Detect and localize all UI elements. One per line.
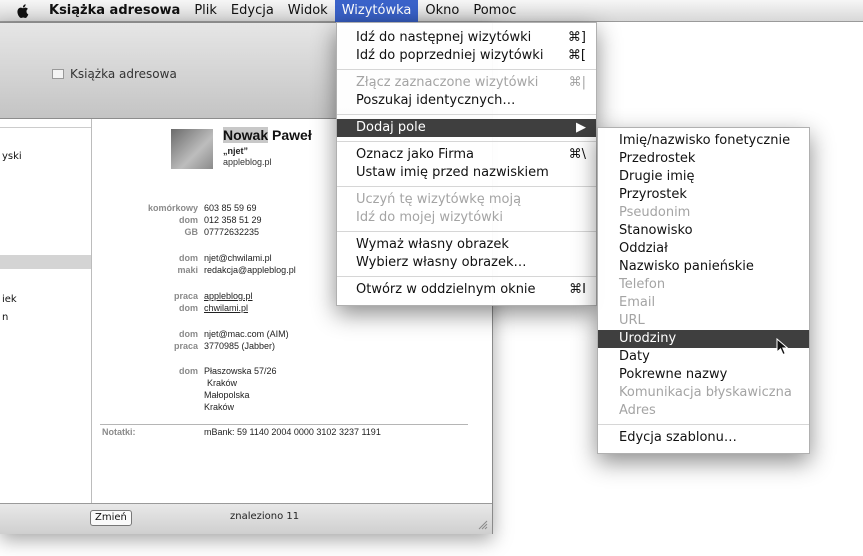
field-value: redakcja@appleblog.pl bbox=[204, 265, 296, 275]
menu-item-make-my-card: Uczyń tę wizytówkę moją bbox=[356, 192, 522, 207]
address-book-icon bbox=[52, 69, 64, 79]
submenu-item-address: Adres bbox=[619, 403, 656, 418]
notes-label: Notatki: bbox=[102, 427, 136, 437]
menu-view[interactable]: Widok bbox=[281, 0, 335, 22]
list-item[interactable]: iek bbox=[2, 294, 17, 305]
field-label[interactable]: praca bbox=[102, 291, 198, 301]
field-value: Płaszowska 57/26 bbox=[204, 366, 277, 376]
menu-separator bbox=[598, 424, 809, 425]
field-label[interactable]: maki bbox=[102, 265, 198, 275]
list-item-selected[interactable] bbox=[0, 255, 91, 269]
submenu-item-maiden-name[interactable]: Nazwisko panieńskie bbox=[598, 258, 809, 276]
address-country: Kraków bbox=[204, 402, 235, 412]
menu-item-open-separate-window[interactable]: Otwórz w oddzielnym oknie ⌘I bbox=[337, 281, 596, 299]
nickname: „njet” bbox=[223, 146, 249, 156]
menu-help[interactable]: Pomoc bbox=[466, 0, 523, 22]
address-region: Małopolska bbox=[204, 390, 250, 400]
list-item[interactable]: yski bbox=[2, 151, 22, 162]
window-title: Książka adresowa bbox=[52, 67, 177, 81]
card-menu: Idź do następnej wizytówki ⌘] Idź do popr… bbox=[336, 22, 597, 306]
field-link[interactable]: appleblog.pl bbox=[204, 291, 253, 301]
submenu-item-suffix[interactable]: Przyrostek bbox=[598, 186, 809, 204]
window-bottom-bar: Zmień znaleziono 11 bbox=[0, 503, 492, 534]
submenu-arrow-icon: ▶ bbox=[576, 120, 586, 135]
menu-bar: Książka adresowa Plik Edycja Widok Wizyt… bbox=[0, 0, 863, 22]
found-count: znaleziono 11 bbox=[230, 511, 300, 522]
add-field-submenu: Imię/nazwisko fonetycznie Przedrostek Dr… bbox=[597, 127, 810, 454]
menu-window[interactable]: Okno bbox=[418, 0, 466, 22]
field-value: 07772632235 bbox=[204, 227, 260, 237]
field-value: njet@mac.com (AIM) bbox=[204, 329, 289, 339]
menu-separator bbox=[337, 231, 596, 232]
menu-item-merge-cards: Złącz zaznaczone wizytówki ⌘| bbox=[356, 75, 586, 90]
menu-item-add-field[interactable]: Dodaj pole ▶ bbox=[337, 119, 596, 137]
notes-divider bbox=[100, 424, 468, 425]
submenu-item-prefix[interactable]: Przedrostek bbox=[598, 150, 809, 168]
field-label[interactable]: praca bbox=[102, 341, 198, 351]
submenu-item-middle-name[interactable]: Drugie imię bbox=[598, 168, 809, 186]
address-city: Kraków bbox=[207, 378, 238, 388]
menu-item-prev-card[interactable]: Idź do poprzedniej wizytówki ⌘[ bbox=[337, 47, 596, 65]
menu-edit[interactable]: Edycja bbox=[224, 0, 281, 22]
names-list[interactable]: yski iek n bbox=[0, 119, 92, 503]
contact-name: Nowak Paweł bbox=[223, 127, 312, 143]
list-item[interactable]: n bbox=[2, 312, 8, 323]
notes-value[interactable]: mBank: 59 1140 2004 0000 3102 3237 1191 bbox=[204, 427, 381, 437]
first-name: Paweł bbox=[272, 127, 312, 143]
contact-photo[interactable] bbox=[171, 129, 213, 169]
company: appleblog.pl bbox=[223, 157, 272, 167]
field-label[interactable]: dom bbox=[102, 329, 198, 339]
menu-item-next-card[interactable]: Idź do następnej wizytówki ⌘] bbox=[337, 29, 596, 47]
submenu-item-phonetic-name[interactable]: Imię/nazwisko fonetycznie bbox=[598, 132, 809, 150]
menu-separator bbox=[337, 186, 596, 187]
menu-file[interactable]: Plik bbox=[187, 0, 224, 22]
menu-address-book[interactable]: Książka adresowa bbox=[42, 0, 187, 22]
apple-logo-icon[interactable] bbox=[14, 2, 32, 20]
menu-card[interactable]: Wizytówka bbox=[334, 0, 419, 22]
field-value: 012 358 51 29 bbox=[204, 215, 262, 225]
submenu-item-url: URL bbox=[619, 313, 645, 328]
last-name: Nowak bbox=[223, 127, 269, 143]
submenu-item-related-names[interactable]: Pokrewne nazwy bbox=[598, 366, 809, 384]
mouse-pointer-icon bbox=[776, 338, 789, 356]
submenu-item-phone: Telefon bbox=[619, 277, 666, 292]
menu-item-go-to-my-card: Idź do mojej wizytówki bbox=[356, 210, 503, 225]
window-title-text: Książka adresowa bbox=[70, 67, 177, 81]
field-label[interactable]: GB bbox=[102, 227, 199, 237]
menu-item-choose-picture[interactable]: Wybierz własny obrazek… bbox=[337, 254, 596, 272]
menu-item-first-name-first[interactable]: Ustaw imię przed nazwiskiem bbox=[337, 164, 596, 182]
submenu-item-email: Email bbox=[619, 295, 656, 310]
menu-separator bbox=[337, 141, 596, 142]
field-value: njet@chwilami.pl bbox=[204, 253, 272, 263]
field-label[interactable]: komórkowy bbox=[102, 203, 198, 213]
field-label[interactable]: dom bbox=[102, 303, 198, 313]
field-label[interactable]: dom bbox=[102, 253, 198, 263]
submenu-item-edit-template[interactable]: Edycja szablonu… bbox=[598, 429, 809, 447]
menu-separator bbox=[337, 114, 596, 115]
names-list-header bbox=[0, 119, 91, 128]
submenu-item-instant-messaging: Komunikacja błyskawiczna bbox=[619, 385, 792, 400]
field-label[interactable]: dom bbox=[102, 215, 198, 225]
resize-grip-icon[interactable] bbox=[478, 520, 488, 530]
menu-item-clear-picture[interactable]: Wymaż własny obrazek bbox=[337, 236, 596, 254]
menu-separator bbox=[337, 69, 596, 70]
submenu-item-job-title[interactable]: Stanowisko bbox=[598, 222, 809, 240]
field-link[interactable]: chwilami.pl bbox=[204, 303, 248, 313]
submenu-item-department[interactable]: Oddział bbox=[598, 240, 809, 258]
edit-button[interactable]: Zmień bbox=[90, 510, 132, 526]
menu-item-mark-company[interactable]: Oznacz jako Firma ⌘\ bbox=[337, 146, 596, 164]
menu-item-find-duplicates[interactable]: Poszukaj identycznych… bbox=[337, 92, 596, 110]
field-value: 603 85 59 69 bbox=[204, 203, 257, 213]
menu-separator bbox=[337, 276, 596, 277]
submenu-item-nickname: Pseudonim bbox=[619, 205, 691, 220]
field-label[interactable]: dom bbox=[102, 366, 198, 376]
field-value: 3770985 (Jabber) bbox=[204, 341, 276, 351]
